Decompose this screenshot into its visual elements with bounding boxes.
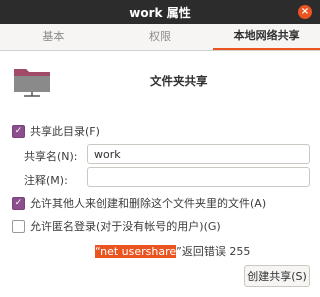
allow-others-label: 允许其他人来创建和删除这个文件夹里的文件(A) [30,197,267,210]
close-icon[interactable]: × [298,5,312,19]
share-folder-checkbox[interactable]: ✓ 共享此目录(F) [12,123,100,139]
error-text: ”返回错误 255 [176,245,251,258]
share-name-input[interactable]: work [87,144,310,164]
tab-basic[interactable]: 基本 [0,24,107,50]
properties-window: work 属性 × 基本 权限 本地网络共享 文件夹共享 ✓ 共享此目录(F) … [0,0,320,297]
tab-bar: 基本 权限 本地网络共享 [0,24,320,51]
allow-others-checkbox[interactable]: ✓ 允许其他人来创建和删除这个文件夹里的文件(A) [12,195,266,211]
error-message: “net usershare”返回错误 255 [95,243,250,259]
share-panel: 文件夹共享 ✓ 共享此目录(F) 共享名(N): work 注释(M): ✓ 允… [0,51,320,297]
checkbox-checked-icon[interactable]: ✓ [12,196,25,210]
tab-permissions[interactable]: 权限 [107,24,214,50]
comment-label: 注释(M): [24,174,68,187]
guest-access-label: 允许匿名登录(对于没有帐号的用户)(G) [30,220,221,233]
window-title: work 属性 [129,5,191,20]
checkbox-unchecked-icon[interactable] [12,219,25,233]
folder-icon [14,69,50,97]
share-heading: 文件夹共享 [150,74,208,88]
checkbox-checked-icon[interactable]: ✓ [12,124,25,138]
guest-access-checkbox[interactable]: 允许匿名登录(对于没有帐号的用户)(G) [12,218,221,234]
title-bar: work 属性 × [0,0,320,24]
error-highlight: “net usershare [95,245,177,258]
share-name-label: 共享名(N): [24,150,78,163]
share-folder-label: 共享此目录(F) [30,125,100,138]
error-command: net usershare [100,245,177,258]
tab-local-network-share[interactable]: 本地网络共享 [213,24,320,50]
comment-input[interactable] [87,167,310,187]
create-share-button[interactable]: 创建共享(S) [244,265,310,287]
